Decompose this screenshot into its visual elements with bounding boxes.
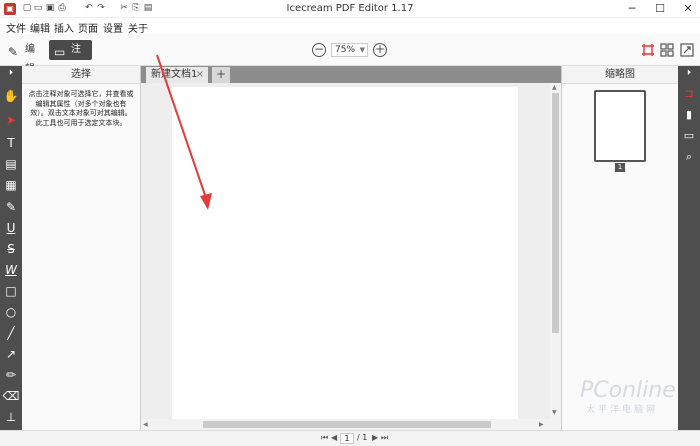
minimize-button[interactable]: ─ <box>620 1 644 16</box>
menu-bar: 文件 编辑 插入 页面 设置 关于 <box>0 18 700 35</box>
panel-title: 选择 <box>22 66 140 84</box>
note-tool-icon[interactable]: ▤ <box>0 154 22 174</box>
page-thumbnail[interactable] <box>594 90 646 162</box>
stamp-tool-icon[interactable]: ⊥ <box>0 407 22 427</box>
eraser-tool-icon[interactable]: ⌫ <box>0 386 22 406</box>
last-page-icon[interactable]: ⏭ <box>381 433 388 443</box>
select-tool-icon[interactable]: ➤ <box>0 110 22 130</box>
page-canvas[interactable]: ▲ ▼ ◀ ▶ <box>141 83 561 430</box>
zoom-value: 75% <box>335 45 356 55</box>
textbox-tool-icon[interactable]: ▦ <box>0 175 22 195</box>
zoom-in-button[interactable]: + <box>373 43 387 57</box>
close-button[interactable]: ✕ <box>676 1 700 16</box>
text-tool-icon[interactable]: T <box>0 133 22 153</box>
collapse-left-icon[interactable]: ⏵ <box>0 66 22 80</box>
scroll-down-icon[interactable]: ▼ <box>552 409 557 416</box>
zoom-out-button[interactable]: − <box>312 43 326 57</box>
vertical-scroll-thumb[interactable] <box>552 93 559 333</box>
thumbnail-panel-title: 缩略图 <box>562 66 678 84</box>
tab-label: 新建文档1 <box>151 69 198 80</box>
grid-view-icon[interactable] <box>660 43 674 57</box>
page-number-input[interactable]: 1 <box>340 433 354 444</box>
watermark-logo: PConline <box>580 378 676 403</box>
scroll-right-icon[interactable]: ▶ <box>539 421 544 428</box>
hand-tool-icon[interactable]: ✋ <box>0 86 22 106</box>
pencil-tool-icon[interactable]: ✏ <box>0 365 22 385</box>
line-tool-icon[interactable]: ╱ <box>0 323 22 343</box>
watermark-subtitle: 太平洋电脑网 <box>586 405 659 415</box>
status-bar: ⏮ ◀ 1 / 1 ▶ ⏭ <box>0 430 700 446</box>
bookmark-icon[interactable]: ▮ <box>678 105 700 125</box>
prev-page-icon[interactable]: ◀ <box>331 433 337 442</box>
pdf-page[interactable] <box>172 87 518 419</box>
window-title: Icecream PDF Editor 1.17 <box>286 3 414 14</box>
collapse-right-icon[interactable]: ⏵ <box>678 66 700 80</box>
comments-icon[interactable]: ▭ <box>678 126 700 146</box>
fullscreen-icon[interactable] <box>680 43 694 57</box>
maximize-button[interactable]: ☐ <box>648 1 672 16</box>
horizontal-scroll-thumb[interactable] <box>203 421 491 428</box>
document-tab[interactable]: 新建文档1 × <box>146 67 208 83</box>
rectangle-tool-icon[interactable]: □ <box>0 281 22 301</box>
annotation-tool-strip: ⏵ ✋ ➤ T ▤ ▦ ✎ U S W □ ○ ╱ ↗ ✏ ⌫ ⊥ <box>0 66 22 430</box>
menu-settings[interactable]: 设置 <box>103 20 123 35</box>
highlight-tool-icon[interactable]: ✎ <box>0 197 22 217</box>
first-page-icon[interactable]: ⏮ <box>321 433 328 443</box>
menu-file[interactable]: 文件 <box>6 20 26 35</box>
tool-description: 点击注释对象可选择它，并查看或编辑其属性（对多个对象也有效）。双击文本对象可对其… <box>28 90 134 127</box>
menu-page[interactable]: 页面 <box>78 20 98 35</box>
next-page-icon[interactable]: ▶ <box>372 433 378 442</box>
document-area: 新建文档1 × + ▲ ▼ ◀ ▶ <box>141 66 561 430</box>
scroll-left-icon[interactable]: ◀ <box>143 421 148 428</box>
arrow-tool-icon[interactable]: ↗ <box>0 344 22 364</box>
search-icon[interactable]: ⌕ <box>678 147 700 167</box>
menu-about[interactable]: 关于 <box>128 20 148 35</box>
edit-mode-button[interactable]: ✎ 编辑 <box>3 40 47 75</box>
underline-tool-icon[interactable]: U <box>0 218 22 238</box>
single-page-view-icon[interactable] <box>641 43 655 57</box>
ellipse-tool-icon[interactable]: ○ <box>0 302 22 322</box>
squiggly-tool-icon[interactable]: W <box>0 260 22 280</box>
zoom-select[interactable]: 75% ▼ <box>331 43 368 57</box>
chevron-down-icon: ▼ <box>359 46 365 54</box>
horizontal-scrollbar[interactable]: ◀ ▶ <box>141 419 550 430</box>
tool-properties-panel: 选择 点击注释对象可选择它，并查看或编辑其属性（对多个对象也有效）。双击文本对象… <box>22 66 141 430</box>
right-tool-strip: ⏵ ⊐ ▮ ▭ ⌕ <box>678 66 700 430</box>
scroll-up-icon[interactable]: ▲ <box>552 84 557 91</box>
comment-icon: ▭ <box>54 45 66 59</box>
annotate-mode-button[interactable]: ▭ 注释 <box>49 40 92 75</box>
add-tab-button[interactable]: + <box>212 67 230 83</box>
document-tab-bar: 新建文档1 × + <box>141 66 561 83</box>
main-toolbar: ✎ 编辑 ▭ 注释 − 75% ▼ + <box>0 34 700 75</box>
vertical-scrollbar[interactable]: ▲ ▼ <box>550 83 561 430</box>
menu-insert[interactable]: 插入 <box>54 20 74 35</box>
strikethrough-tool-icon[interactable]: S <box>0 239 22 259</box>
title-bar: ▣ ▢ ▭ ▣ ⎙ ↶ ↷ ✂ ⎘ ▤ Icecream PDF Editor … <box>0 0 700 18</box>
thumbnail-panel: 缩略图 1 <box>561 66 678 430</box>
pencil-icon: ✎ <box>8 45 19 59</box>
page-total: / 1 <box>357 433 368 442</box>
thumbnails-icon[interactable]: ⊐ <box>678 84 700 104</box>
close-tab-icon[interactable]: × <box>196 67 204 82</box>
menu-edit[interactable]: 编辑 <box>30 20 50 35</box>
thumbnail-page-number: 1 <box>615 163 625 172</box>
